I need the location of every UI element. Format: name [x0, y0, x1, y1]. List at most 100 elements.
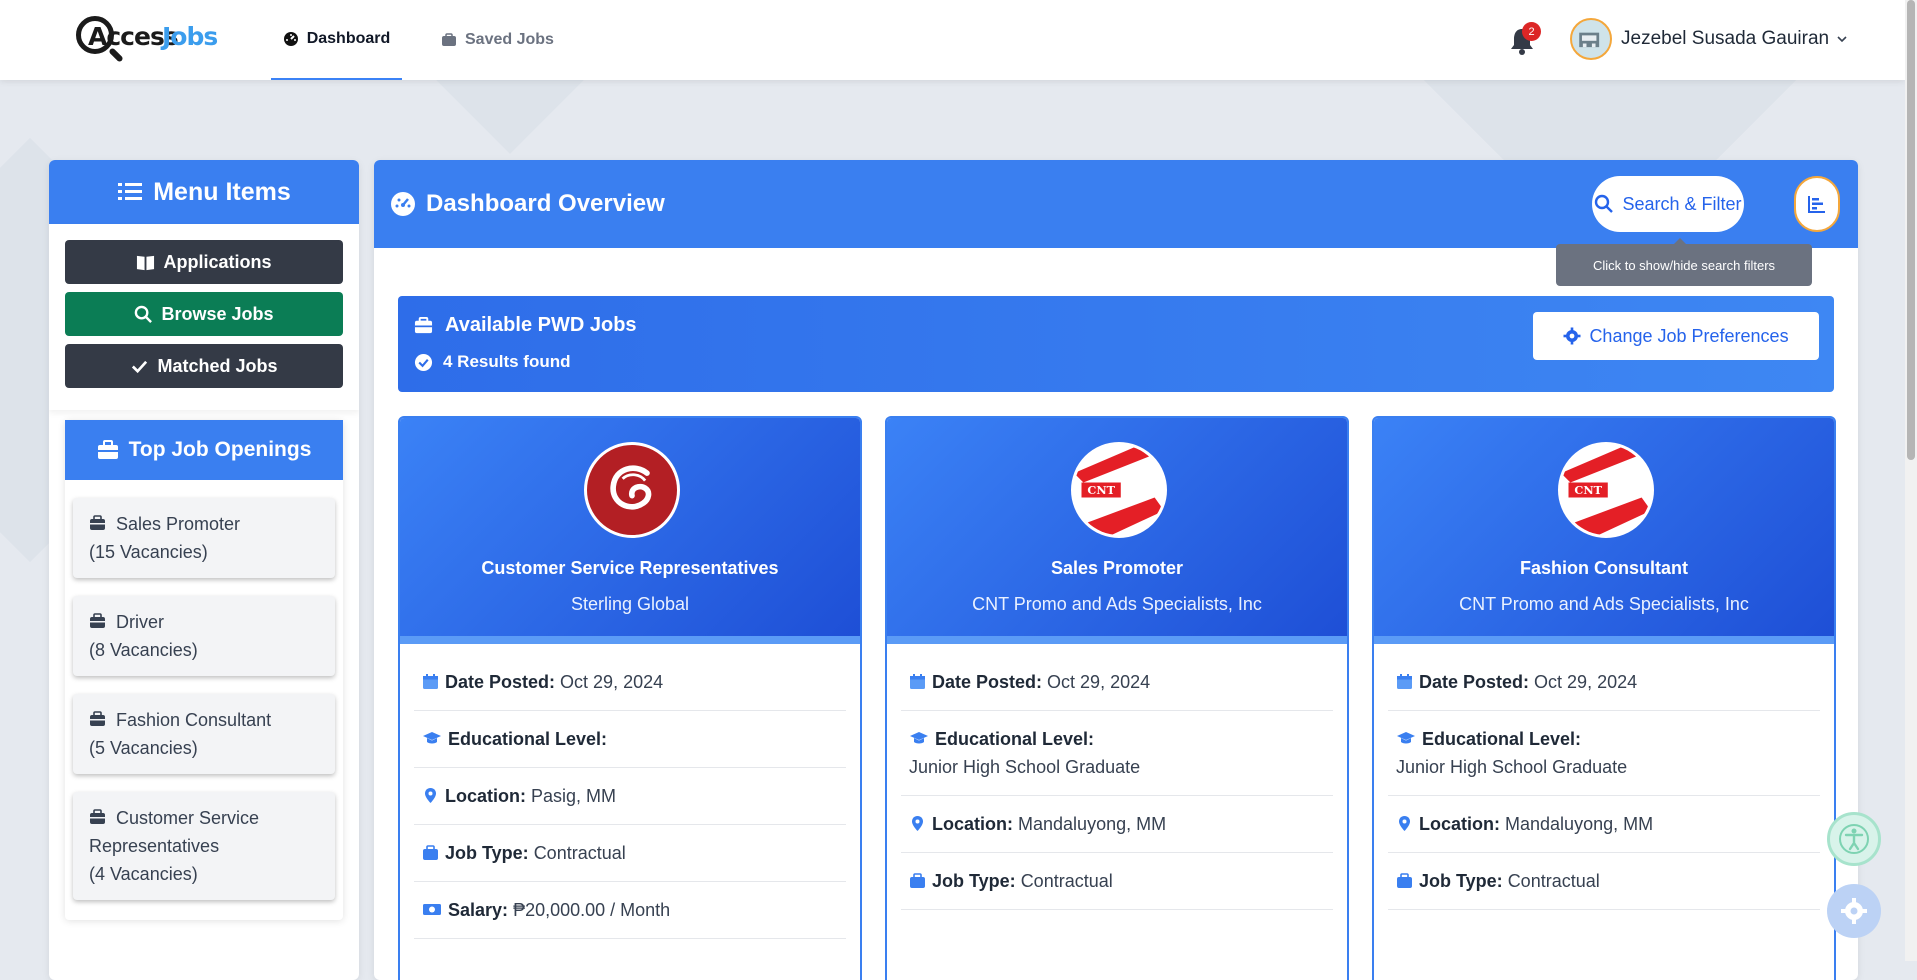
search-filter-tooltip: Click to show/hide search filters — [1556, 238, 1812, 286]
toggle-view-button[interactable] — [1794, 176, 1840, 232]
job-company: Sterling Global — [570, 594, 690, 614]
tab-dashboard[interactable]: Dashboard — [271, 0, 402, 80]
browse-jobs-button[interactable]: Browse Jobs — [65, 292, 343, 336]
briefcase-icon — [90, 515, 105, 530]
location-label: Location: — [445, 786, 526, 806]
applications-button[interactable]: Applications — [65, 240, 343, 284]
education-label: Educational Level: — [448, 729, 608, 749]
date-posted-value: Oct 29, 2024 — [560, 672, 664, 692]
opening-vacancies: (5 Vacancies) — [89, 738, 198, 758]
job-location: Location: Mandaluyong, MM — [1388, 796, 1820, 853]
job-type-label: Job Type: — [1419, 871, 1503, 891]
calendar-icon — [423, 674, 438, 689]
job-education: Educational Level: — [414, 711, 846, 768]
results-count: 4 Results found — [414, 352, 571, 372]
job-title: Fashion Consultant — [1520, 558, 1688, 578]
opening-title: Sales Promoter — [116, 514, 241, 534]
education-value: Junior High School Graduate — [1396, 757, 1628, 777]
user-menu[interactable]: Jezebel Susada Gauiran — [1621, 28, 1847, 50]
job-details: Date Posted: Oct 29, 2024 Educational Le… — [400, 644, 860, 939]
top-job-openings-header: Top Job Openings — [65, 420, 343, 480]
username-label: Jezebel Susada Gauiran — [1621, 28, 1830, 49]
briefcase-icon — [910, 873, 925, 888]
education-label: Educational Level: — [1422, 729, 1582, 749]
page-title-text: Dashboard Overview — [426, 190, 665, 217]
job-type: Job Type: Contractual — [414, 825, 846, 882]
notification-count-badge: 2 — [1522, 22, 1541, 41]
opening-title: Customer Service Representatives — [89, 808, 260, 856]
accessjobs-logo[interactable]: Access Jobs — [76, 14, 226, 68]
education-label: Educational Level: — [935, 729, 1095, 749]
opening-title: Fashion Consultant — [116, 710, 272, 730]
briefcase-icon — [1397, 873, 1412, 888]
dashboard-icon — [283, 32, 298, 46]
applications-label: Applications — [163, 251, 272, 272]
location-value: Pasig, MM — [531, 786, 617, 806]
job-education: Educational Level: Junior High School Gra… — [901, 711, 1333, 796]
company-logo: CNT — [1071, 442, 1167, 538]
graduation-cap-icon — [1397, 732, 1415, 744]
job-location: Location: Mandaluyong, MM — [901, 796, 1333, 853]
calendar-icon — [1397, 674, 1412, 689]
menu-items-header: Menu Items — [49, 160, 359, 224]
matched-jobs-button[interactable]: Matched Jobs — [65, 344, 343, 388]
avatar-image — [1579, 32, 1600, 48]
date-posted-label: Date Posted: — [445, 672, 556, 692]
top-opening-item[interactable]: Fashion Consultant (5 Vacancies) — [73, 694, 335, 774]
job-type-label: Job Type: — [932, 871, 1016, 891]
job-card[interactable]: CNT Fashion Consultant CNT Promo and Ads… — [1372, 416, 1836, 980]
education-value: Junior High School Graduate — [909, 757, 1141, 777]
briefcase-icon — [414, 316, 433, 334]
job-type-value: Contractual — [533, 843, 626, 863]
results-count-text: 4 Results found — [443, 352, 571, 371]
search-filter-button[interactable]: Search & Filter — [1592, 176, 1744, 232]
sidebar: Menu Items Applications Browse Jobs Matc… — [49, 160, 359, 980]
notifications-button[interactable]: 2 — [1508, 22, 1541, 56]
top-job-openings: Top Job Openings Sales Promoter (15 Vacan… — [65, 420, 343, 920]
job-company: CNT Promo and Ads Specialists, Inc — [1459, 594, 1749, 614]
top-opening-item[interactable]: Customer Service Representatives (4 Vacan… — [73, 792, 335, 900]
gauge-icon — [391, 192, 415, 216]
job-date-posted: Date Posted: Oct 29, 2024 — [901, 654, 1333, 711]
map-pin-icon — [912, 816, 923, 831]
job-details: Date Posted: Oct 29, 2024 Educational Le… — [887, 644, 1347, 910]
briefcase-icon — [90, 613, 105, 628]
job-location: Location: Pasig, MM — [414, 768, 846, 825]
tab-saved-jobs[interactable]: Saved Jobs — [441, 0, 554, 80]
dashboard-header: Dashboard Overview Search & Filter — [374, 160, 1858, 248]
opening-vacancies: (8 Vacancies) — [89, 640, 198, 660]
change-job-preferences-button[interactable]: Change Job Preferences — [1533, 312, 1819, 360]
opening-vacancies: (4 Vacancies) — [89, 864, 198, 884]
job-title: Customer Service Representatives — [481, 558, 779, 578]
change-job-preferences-label: Change Job Preferences — [1589, 325, 1789, 346]
search-icon — [1595, 194, 1614, 213]
page-scrollbar[interactable] — [1905, 0, 1917, 961]
top-opening-item[interactable]: Sales Promoter (15 Vacancies) — [73, 498, 335, 578]
opening-vacancies: (15 Vacancies) — [89, 542, 208, 562]
check-icon — [132, 360, 148, 373]
job-date-posted: Date Posted: Oct 29, 2024 — [414, 654, 846, 711]
date-posted-label: Date Posted: — [932, 672, 1043, 692]
opening-title: Driver — [116, 612, 164, 632]
user-avatar[interactable] — [1570, 18, 1612, 60]
job-card[interactable]: CNT Sales Promoter CNT Promo and Ads Spe… — [885, 416, 1349, 980]
banner-title-text: Available PWD Jobs — [445, 314, 637, 336]
job-details: Date Posted: Oct 29, 2024 Educational Le… — [1374, 644, 1834, 910]
date-posted-value: Oct 29, 2024 — [1047, 672, 1151, 692]
top-job-openings-title: Top Job Openings — [128, 438, 312, 461]
job-card[interactable]: Customer Service Representatives Sterlin… — [398, 416, 862, 980]
top-opening-item[interactable]: Driver (8 Vacancies) — [73, 596, 335, 676]
graduation-cap-icon — [423, 732, 441, 744]
scrollbar-thumb[interactable] — [1907, 0, 1915, 460]
job-date-posted: Date Posted: Oct 29, 2024 — [1388, 654, 1820, 711]
top-navbar: Access Jobs Dashboard Saved Jobs 2 Jezeb… — [0, 0, 1905, 80]
accessibility-button[interactable] — [1827, 812, 1881, 866]
browse-jobs-label: Browse Jobs — [161, 303, 274, 324]
job-type-value: Contractual — [1020, 871, 1113, 891]
job-salary: Salary: ₱20,000.00 / Month — [414, 882, 846, 939]
briefcase-icon — [442, 33, 456, 46]
company-logo — [584, 442, 680, 538]
gear-icon — [1841, 898, 1867, 924]
check-circle-icon — [414, 353, 433, 371]
settings-float-button[interactable] — [1827, 884, 1881, 938]
